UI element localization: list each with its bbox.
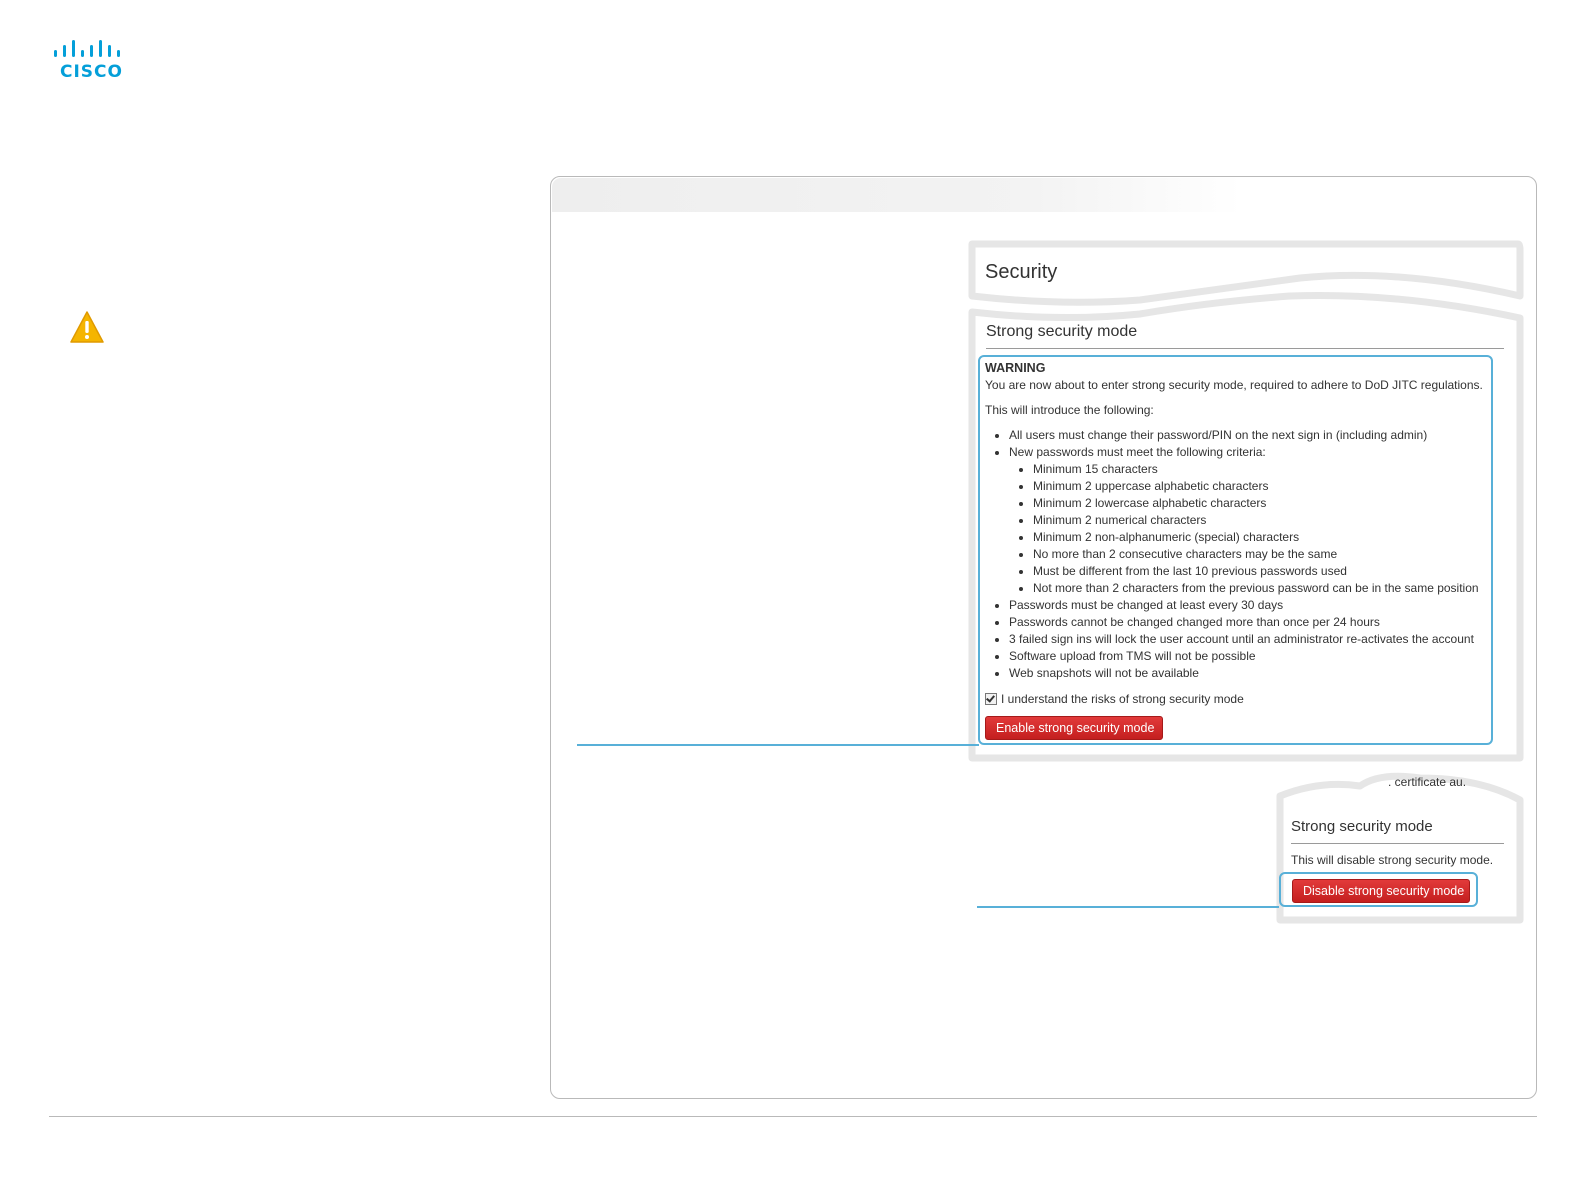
list-item: Web snapshots will not be available (1009, 665, 1505, 682)
section-divider (1291, 843, 1504, 844)
warning-content: WARNING You are now about to enter stron… (985, 360, 1505, 682)
list-item: Not more than 2 characters from the prev… (1033, 580, 1505, 597)
certificate-fragment-text: . certificate au. (1388, 775, 1467, 789)
section-title-strong-security-disable: Strong security mode (1291, 818, 1433, 835)
understand-risks-checkbox[interactable] (985, 693, 997, 705)
list-item: Minimum 2 non-alphanumeric (special) cha… (1033, 529, 1505, 546)
list-item: Minimum 15 characters (1033, 461, 1505, 478)
disable-note: This will disable strong security mode. (1291, 853, 1494, 867)
list-item: No more than 2 consecutive characters ma… (1033, 546, 1505, 563)
list-item: Minimum 2 lowercase alphabetic character… (1033, 495, 1505, 512)
list-item: Passwords must be changed at least every… (1009, 597, 1505, 614)
section-title-strong-security: Strong security mode (986, 323, 1138, 340)
page-title-security: Security (985, 261, 1058, 283)
understand-risks-label: I understand the risks of strong securit… (1001, 692, 1244, 706)
callout-line-disable (977, 906, 1279, 908)
list-item: All users must change their password/PIN… (1009, 427, 1505, 444)
warning-introduce: This will introduce the following: (985, 403, 1154, 417)
list-item: 3 failed sign ins will lock the user acc… (1009, 631, 1505, 648)
disable-strong-security-button[interactable]: Disable strong security mode (1292, 879, 1470, 903)
understand-risks-row[interactable]: I understand the risks of strong securit… (985, 692, 1244, 706)
footer-divider (49, 1116, 1537, 1117)
list-item: Passwords cannot be changed changed more… (1009, 614, 1505, 631)
enable-strong-security-button[interactable]: Enable strong security mode (985, 716, 1163, 740)
list-item: Minimum 2 uppercase alphabetic character… (1033, 478, 1505, 495)
callout-line-enable (577, 744, 979, 746)
password-criteria-list: Minimum 15 characters Minimum 2 uppercas… (1009, 461, 1505, 597)
requirements-list: All users must change their password/PIN… (985, 427, 1505, 682)
list-item: Software upload from TMS will not be pos… (1009, 648, 1505, 665)
list-item: New passwords must meet the following cr… (1009, 444, 1505, 597)
warning-title: WARNING (985, 361, 1046, 375)
list-item: Must be different from the last 10 previ… (1033, 563, 1505, 580)
list-item: Minimum 2 numerical characters (1033, 512, 1505, 529)
section-divider (986, 348, 1504, 349)
warning-intro: You are now about to enter strong securi… (985, 378, 1483, 392)
